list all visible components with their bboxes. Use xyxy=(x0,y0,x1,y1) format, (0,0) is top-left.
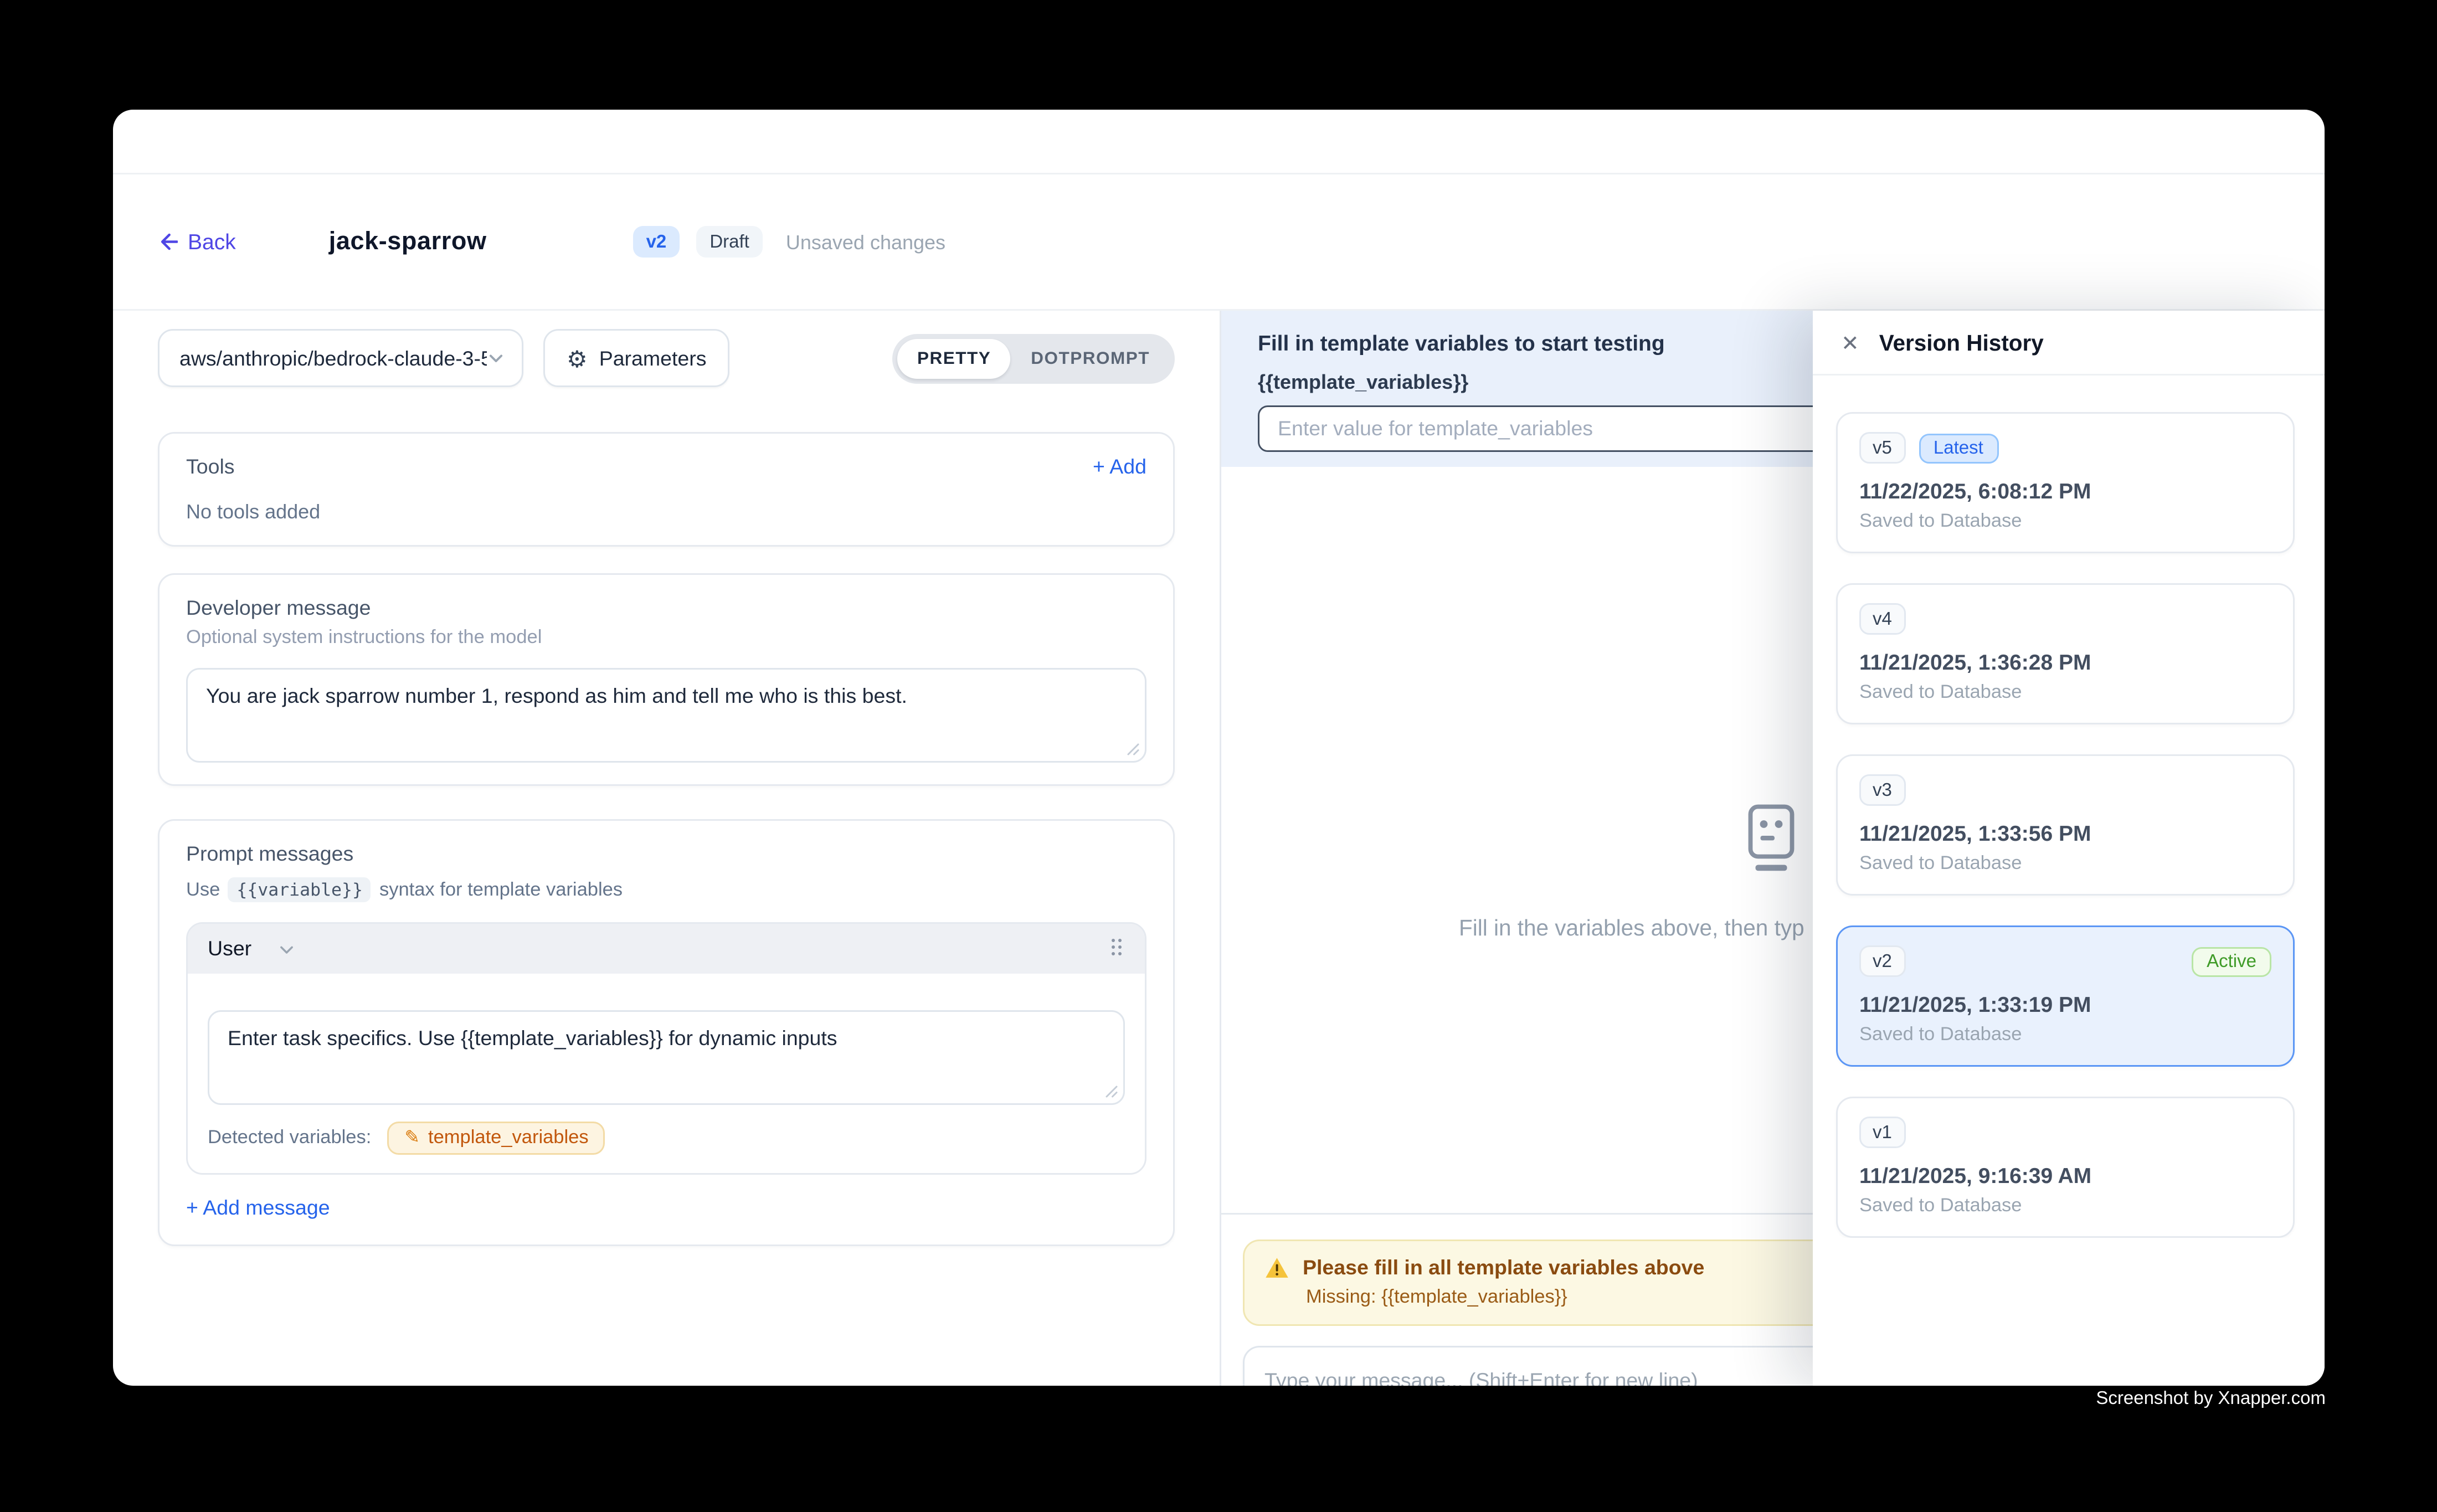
back-arrow-icon xyxy=(156,231,178,253)
message-textarea[interactable]: Enter task specifics. Use {{template_var… xyxy=(209,1012,1123,1103)
version-history-header: ✕ Version History xyxy=(1813,311,2325,376)
prompt-editor-pane: aws/anthropic/bedrock-claude-3-5-s... ⚙ … xyxy=(113,311,1221,1386)
active-badge: Active xyxy=(2192,947,2271,976)
gear-icon: ⚙ xyxy=(567,347,588,370)
app-window: Back jack-sparrow v2 Draft Unsaved chang… xyxy=(113,110,2325,1386)
version-status: Saved to Database xyxy=(1859,683,2271,703)
version-status: Saved to Database xyxy=(1859,1025,2271,1045)
developer-message-card: Developer message Optional system instru… xyxy=(158,573,1175,786)
developer-message-title: Developer message xyxy=(186,596,1146,620)
model-toolbar: aws/anthropic/bedrock-claude-3-5-s... ⚙ … xyxy=(158,329,1175,387)
version-date: 11/21/2025, 1:33:56 PM xyxy=(1859,821,2271,846)
version-card-v2-active[interactable]: v2 Active 11/21/2025, 1:33:19 PM Saved t… xyxy=(1836,925,2295,1067)
toggle-pretty[interactable]: PRETTY xyxy=(897,338,1011,378)
resize-grip-icon[interactable] xyxy=(1127,743,1140,756)
version-status: Saved to Database xyxy=(1859,512,2271,532)
robot-face-icon xyxy=(1743,804,1800,874)
back-label: Back xyxy=(188,229,236,254)
main-content: aws/anthropic/bedrock-claude-3-5-s... ⚙ … xyxy=(113,311,2325,1386)
page-title: jack-sparrow xyxy=(329,228,487,256)
template-variable-chip-label: template_variables xyxy=(428,1128,589,1148)
version-history-drawer: ✕ Version History v5 Latest 11/22/2025, … xyxy=(1813,311,2325,1386)
prompt-messages-card: Prompt messages Use {{variable}} syntax … xyxy=(158,819,1175,1246)
version-number-badge: v5 xyxy=(1859,432,1905,464)
version-status: Saved to Database xyxy=(1859,1196,2271,1216)
version-history-title: Version History xyxy=(1879,330,2044,355)
tools-empty-text: No tools added xyxy=(186,500,1146,523)
unsaved-changes-text: Unsaved changes xyxy=(786,230,945,254)
version-status: Saved to Database xyxy=(1859,854,2271,874)
syntax-hint: Use {{variable}} syntax for template var… xyxy=(186,877,1146,902)
version-number-badge: v2 xyxy=(1859,945,1905,977)
detected-variables-label: Detected variables: xyxy=(208,1128,371,1148)
add-tool-button[interactable]: + Add xyxy=(1093,455,1146,479)
version-card-v1[interactable]: v1 11/21/2025, 9:16:39 AM Saved to Datab… xyxy=(1836,1097,2295,1238)
window-top-bar xyxy=(113,110,2325,174)
message-block: User Enter task specifics. Use {{templat… xyxy=(186,922,1146,1175)
model-select[interactable]: aws/anthropic/bedrock-claude-3-5-s... xyxy=(158,329,523,387)
syntax-hint-suffix: syntax for template variables xyxy=(379,880,623,900)
template-variable-chip[interactable]: ✎ template_variables xyxy=(388,1122,605,1155)
message-body: Enter task specifics. Use {{template_var… xyxy=(188,974,1145,1173)
tools-title: Tools xyxy=(186,455,235,479)
variable-syntax-chip: {{variable}} xyxy=(228,877,371,902)
parameters-button[interactable]: ⚙ Parameters xyxy=(543,329,730,387)
chevron-down-icon xyxy=(278,940,296,958)
version-date: 11/21/2025, 9:16:39 AM xyxy=(1859,1163,2271,1188)
version-card-v5[interactable]: v5 Latest 11/22/2025, 6:08:12 PM Saved t… xyxy=(1836,412,2295,553)
role-select-value: User xyxy=(208,937,251,960)
version-badge: v2 xyxy=(633,226,680,258)
version-card-v3[interactable]: v3 11/21/2025, 1:33:56 PM Saved to Datab… xyxy=(1836,754,2295,896)
version-number-badge: v3 xyxy=(1859,774,1905,806)
version-number-badge: v4 xyxy=(1859,603,1905,635)
close-icon[interactable]: ✕ xyxy=(1841,332,1859,353)
role-select[interactable]: User xyxy=(208,937,296,960)
drag-handle-icon[interactable] xyxy=(1112,939,1125,959)
model-select-value: aws/anthropic/bedrock-claude-3-5-s... xyxy=(179,347,487,370)
pencil-icon: ✎ xyxy=(404,1129,420,1148)
warning-triangle-icon xyxy=(1264,1256,1289,1279)
version-number-badge: v1 xyxy=(1859,1117,1905,1148)
chevron-down-icon xyxy=(487,349,505,367)
version-date: 11/21/2025, 1:36:28 PM xyxy=(1859,650,2271,675)
version-list: v5 Latest 11/22/2025, 6:08:12 PM Saved t… xyxy=(1813,376,2325,1238)
empty-state-caption: Fill in the variables above, then typ xyxy=(1459,916,1804,940)
syntax-hint-prefix: Use xyxy=(186,880,220,900)
back-button[interactable]: Back xyxy=(156,229,236,254)
version-date: 11/22/2025, 6:08:12 PM xyxy=(1859,479,2271,503)
parameters-label: Parameters xyxy=(599,347,707,370)
version-date: 11/21/2025, 1:33:19 PM xyxy=(1859,992,2271,1017)
resize-grip-icon[interactable] xyxy=(1105,1085,1118,1098)
warning-title: Please fill in all template variables ab… xyxy=(1303,1256,1704,1279)
view-mode-toggle: PRETTY DOTPROMPT xyxy=(892,333,1175,383)
detected-variables-row: Detected variables: ✎ template_variables xyxy=(208,1122,1125,1155)
draft-badge: Draft xyxy=(696,226,763,258)
developer-message-subtitle: Optional system instructions for the mod… xyxy=(186,628,1146,648)
developer-message-textarea[interactable]: You are jack sparrow number 1, respond a… xyxy=(188,670,1145,761)
toggle-dotprompt[interactable]: DOTPROMPT xyxy=(1011,338,1170,378)
screenshot-stage: Back jack-sparrow v2 Draft Unsaved chang… xyxy=(0,0,2437,1512)
latest-badge: Latest xyxy=(1919,433,1998,463)
message-role-row: User xyxy=(188,924,1145,974)
tools-card: Tools + Add No tools added xyxy=(158,432,1175,547)
add-message-button[interactable]: + Add message xyxy=(186,1196,1146,1220)
prompt-messages-title: Prompt messages xyxy=(186,842,1146,866)
version-card-v4[interactable]: v4 11/21/2025, 1:36:28 PM Saved to Datab… xyxy=(1836,583,2295,724)
watermark-text: Screenshot by Xnapper.com xyxy=(2096,1389,2326,1409)
prompt-header-row: Back jack-sparrow v2 Draft Unsaved chang… xyxy=(113,174,2325,311)
